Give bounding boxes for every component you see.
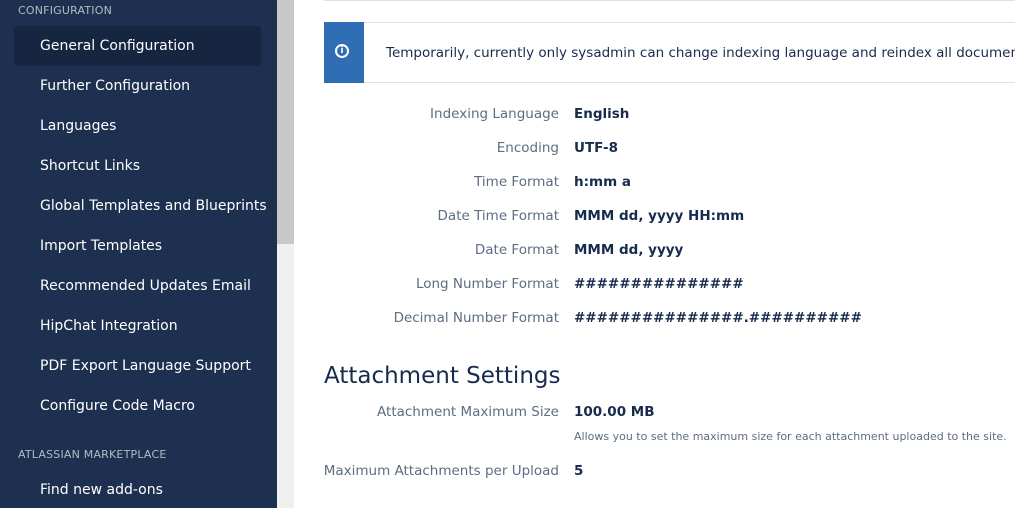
marketplace-section-heading: ATLASSIAN MARKETPLACE <box>18 448 167 461</box>
sidebar-item-hipchat-integration[interactable]: HipChat Integration <box>14 306 261 346</box>
sidebar-item-pdf-export-language-support[interactable]: PDF Export Language Support <box>14 346 261 386</box>
indexing-language-label: Indexing Language <box>430 106 559 122</box>
attachment-max-size-value: 100.00 MB <box>574 404 655 420</box>
sidebar-item-configure-code-macro[interactable]: Configure Code Macro <box>14 386 261 426</box>
sidebar-item-global-templates[interactable]: Global Templates and Blueprints <box>14 186 267 226</box>
sidebar-scrollbar-thumb[interactable] <box>277 0 294 244</box>
date-format-value: MMM dd, yyyy <box>574 242 684 258</box>
max-attachments-per-upload-value: 5 <box>574 463 584 479</box>
encoding-value: UTF-8 <box>574 140 618 156</box>
attachment-settings-heading: Attachment Settings <box>324 363 561 389</box>
sidebar-item-import-templates[interactable]: Import Templates <box>14 226 261 266</box>
info-icon: i <box>335 44 349 58</box>
main-content: i Temporarily, currently only sysadmin c… <box>294 0 1015 508</box>
info-message-text: Temporarily, currently only sysadmin can… <box>386 45 1015 61</box>
sidebar-item-find-new-add-ons[interactable]: Find new add-ons <box>14 470 261 508</box>
time-format-label: Time Format <box>474 174 559 190</box>
top-divider <box>324 0 1015 1</box>
attachment-max-size-help: Allows you to set the maximum size for e… <box>574 430 1007 443</box>
long-number-format-label: Long Number Format <box>415 276 559 292</box>
attachment-max-size-label: Attachment Maximum Size <box>377 404 559 420</box>
sidebar-item-further-configuration[interactable]: Further Configuration <box>14 66 261 106</box>
long-number-format-value: ############### <box>574 276 744 292</box>
indexing-language-value: English <box>574 106 630 122</box>
sidebar-scrollbar[interactable] <box>277 0 294 508</box>
encoding-label: Encoding <box>496 140 559 156</box>
decimal-number-format-value: ###############.########## <box>574 310 862 326</box>
max-attachments-per-upload-label: Maximum Attachments per Upload <box>323 463 559 479</box>
sidebar-item-shortcut-links[interactable]: Shortcut Links <box>14 146 261 186</box>
time-format-value: h:mm a <box>574 174 631 190</box>
info-message-stripe: i <box>324 22 364 83</box>
info-message: i Temporarily, currently only sysadmin c… <box>324 22 1015 83</box>
date-format-label: Date Format <box>474 242 559 258</box>
admin-sidebar: CONFIGURATION General Configuration Furt… <box>0 0 277 508</box>
sidebar-item-general-configuration[interactable]: General Configuration <box>14 26 261 66</box>
sidebar-item-languages[interactable]: Languages <box>14 106 261 146</box>
decimal-number-format-label: Decimal Number Format <box>393 310 559 326</box>
sidebar-item-recommended-updates-email[interactable]: Recommended Updates Email <box>14 266 261 306</box>
date-time-format-value: MMM dd, yyyy HH:mm <box>574 208 745 224</box>
configuration-section-heading: CONFIGURATION <box>18 4 113 17</box>
date-time-format-label: Date Time Format <box>437 208 559 224</box>
